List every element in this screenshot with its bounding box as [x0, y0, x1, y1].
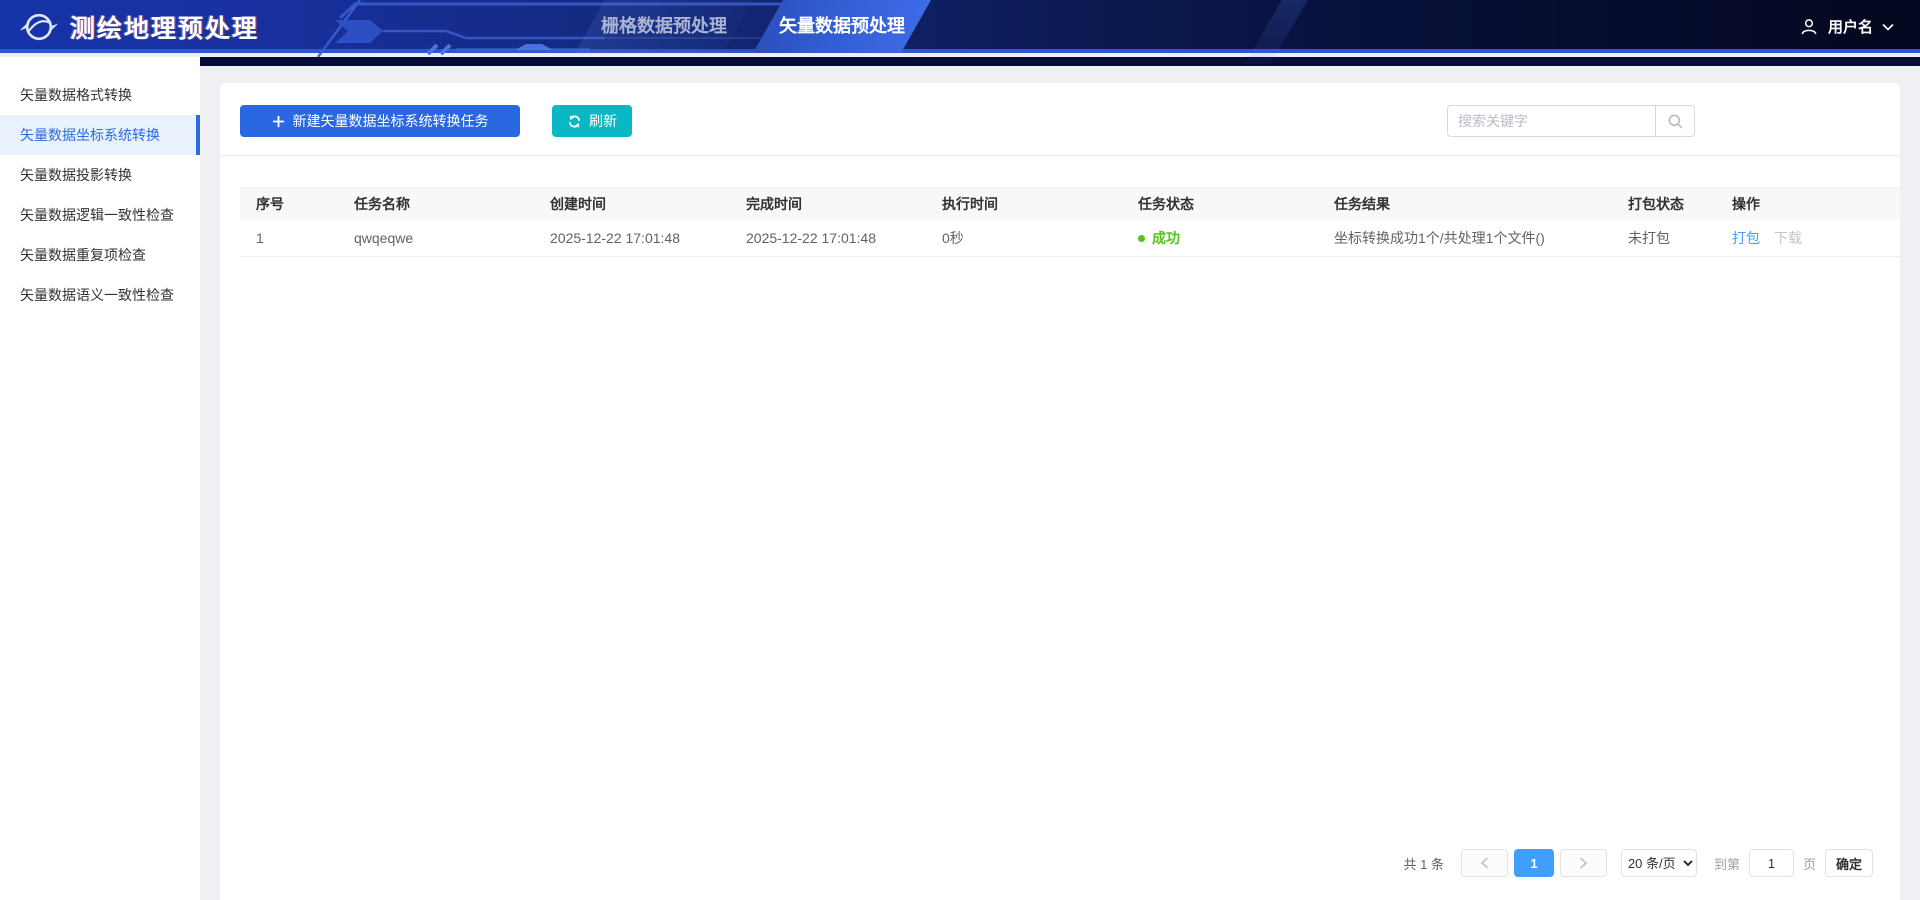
logo-icon	[19, 13, 59, 40]
chevron-down-icon	[1882, 23, 1894, 31]
col-index: 序号	[240, 187, 338, 220]
toolbar-divider	[220, 155, 1900, 156]
col-package-status: 打包状态	[1612, 187, 1716, 220]
sidebar-item-coordinate-convert[interactable]: 矢量数据坐标系统转换	[0, 115, 200, 155]
sidebar-item-duplicate-check[interactable]: 矢量数据重复项检查	[0, 235, 200, 275]
prev-page-button[interactable]	[1460, 849, 1508, 877]
download-link: 下载	[1774, 229, 1802, 246]
sidebar-item-format-convert[interactable]: 矢量数据格式转换	[0, 75, 200, 115]
col-finished-time: 完成时间	[730, 187, 926, 220]
cell-task-result: 坐标转换成功1个/共处理1个文件()	[1318, 219, 1612, 257]
col-task-status: 任务状态	[1122, 187, 1318, 220]
cell-task-name: qwqeqwe	[338, 219, 534, 257]
cell-created-time: 2025-12-22 17:01:48	[534, 219, 730, 257]
cell-exec-time: 0秒	[926, 219, 1122, 257]
table-row: 1 qwqeqwe 2025-12-22 17:01:48 2025-12-22…	[240, 219, 1900, 257]
cell-actions: 打包 下载	[1716, 219, 1900, 257]
chevron-right-icon	[1579, 857, 1588, 869]
goto-suffix-label: 页	[1802, 856, 1816, 872]
next-page-button[interactable]	[1559, 849, 1607, 877]
cell-package-status: 未打包	[1612, 219, 1716, 257]
col-created-time: 创建时间	[534, 187, 730, 220]
cell-finished-time: 2025-12-22 17:01:48	[730, 219, 926, 257]
task-table: 序号 任务名称 创建时间 完成时间 执行时间 任务状态 任务结果 打包状态 操作…	[240, 187, 1900, 257]
username-label: 用户名	[1827, 19, 1873, 36]
refresh-button[interactable]: 刷新	[552, 105, 632, 137]
cell-task-status: 成功	[1122, 219, 1318, 257]
pagination-total: 共 1 条	[1403, 856, 1444, 872]
user-icon	[1801, 18, 1817, 34]
refresh-icon	[568, 114, 581, 128]
status-label: 成功	[1152, 229, 1180, 246]
app-logo: 测绘地理预处理	[18, 0, 259, 53]
page-number-button[interactable]: 1	[1513, 849, 1554, 877]
sidebar-item-logic-consistency-check[interactable]: 矢量数据逻辑一致性检查	[0, 195, 200, 235]
top-nav-tabs: 栅格数据预处理 矢量数据预处理	[575, 0, 931, 53]
header-substrip-decoration	[200, 57, 1920, 66]
goto-confirm-button[interactable]: 确定	[1824, 849, 1873, 877]
col-exec-time: 执行时间	[926, 187, 1122, 220]
sidebar-item-semantic-consistency-check[interactable]: 矢量数据语义一致性检查	[0, 275, 200, 315]
status-dot-icon	[1138, 234, 1145, 242]
package-link[interactable]: 打包	[1732, 230, 1760, 246]
sidebar-nav: 矢量数据格式转换 矢量数据坐标系统转换 矢量数据投影转换 矢量数据逻辑一致性检查…	[0, 57, 200, 900]
plus-icon	[272, 115, 284, 127]
sidebar-item-projection-convert[interactable]: 矢量数据投影转换	[0, 155, 200, 195]
search-icon	[1668, 114, 1683, 129]
app-header: 测绘地理预处理 栅格数据预处理 矢量数据预处理 用户名	[0, 0, 1920, 64]
goto-page-input[interactable]	[1748, 849, 1794, 877]
col-actions: 操作	[1716, 187, 1900, 220]
cell-index: 1	[240, 219, 338, 257]
main-content-panel: 新建矢量数据坐标系统转换任务 刷新 序号 任务名称	[220, 83, 1900, 900]
search-button[interactable]	[1655, 105, 1695, 137]
new-task-button[interactable]: 新建矢量数据坐标系统转换任务	[240, 105, 520, 137]
chevron-left-icon	[1480, 857, 1489, 869]
page-title: 测绘地理预处理	[70, 14, 260, 43]
search-box	[1447, 105, 1695, 137]
col-task-result: 任务结果	[1318, 187, 1612, 220]
table-header-row: 序号 任务名称 创建时间 完成时间 执行时间 任务状态 任务结果 打包状态 操作	[240, 187, 1900, 220]
user-menu[interactable]: 用户名	[1799, 0, 1894, 53]
pagination-bar: 共 1 条 1 20 条/页 到第 页 确定	[1403, 849, 1873, 877]
page-size-select[interactable]: 20 条/页	[1620, 849, 1697, 877]
goto-prefix-label: 到第	[1713, 856, 1740, 872]
diagonal-glow-decoration	[1244, 0, 1312, 64]
tab-raster-preprocess[interactable]: 栅格数据预处理	[575, 0, 753, 53]
search-input[interactable]	[1447, 105, 1655, 137]
tab-vector-preprocess[interactable]: 矢量数据预处理	[753, 0, 931, 53]
col-task-name: 任务名称	[338, 187, 534, 220]
